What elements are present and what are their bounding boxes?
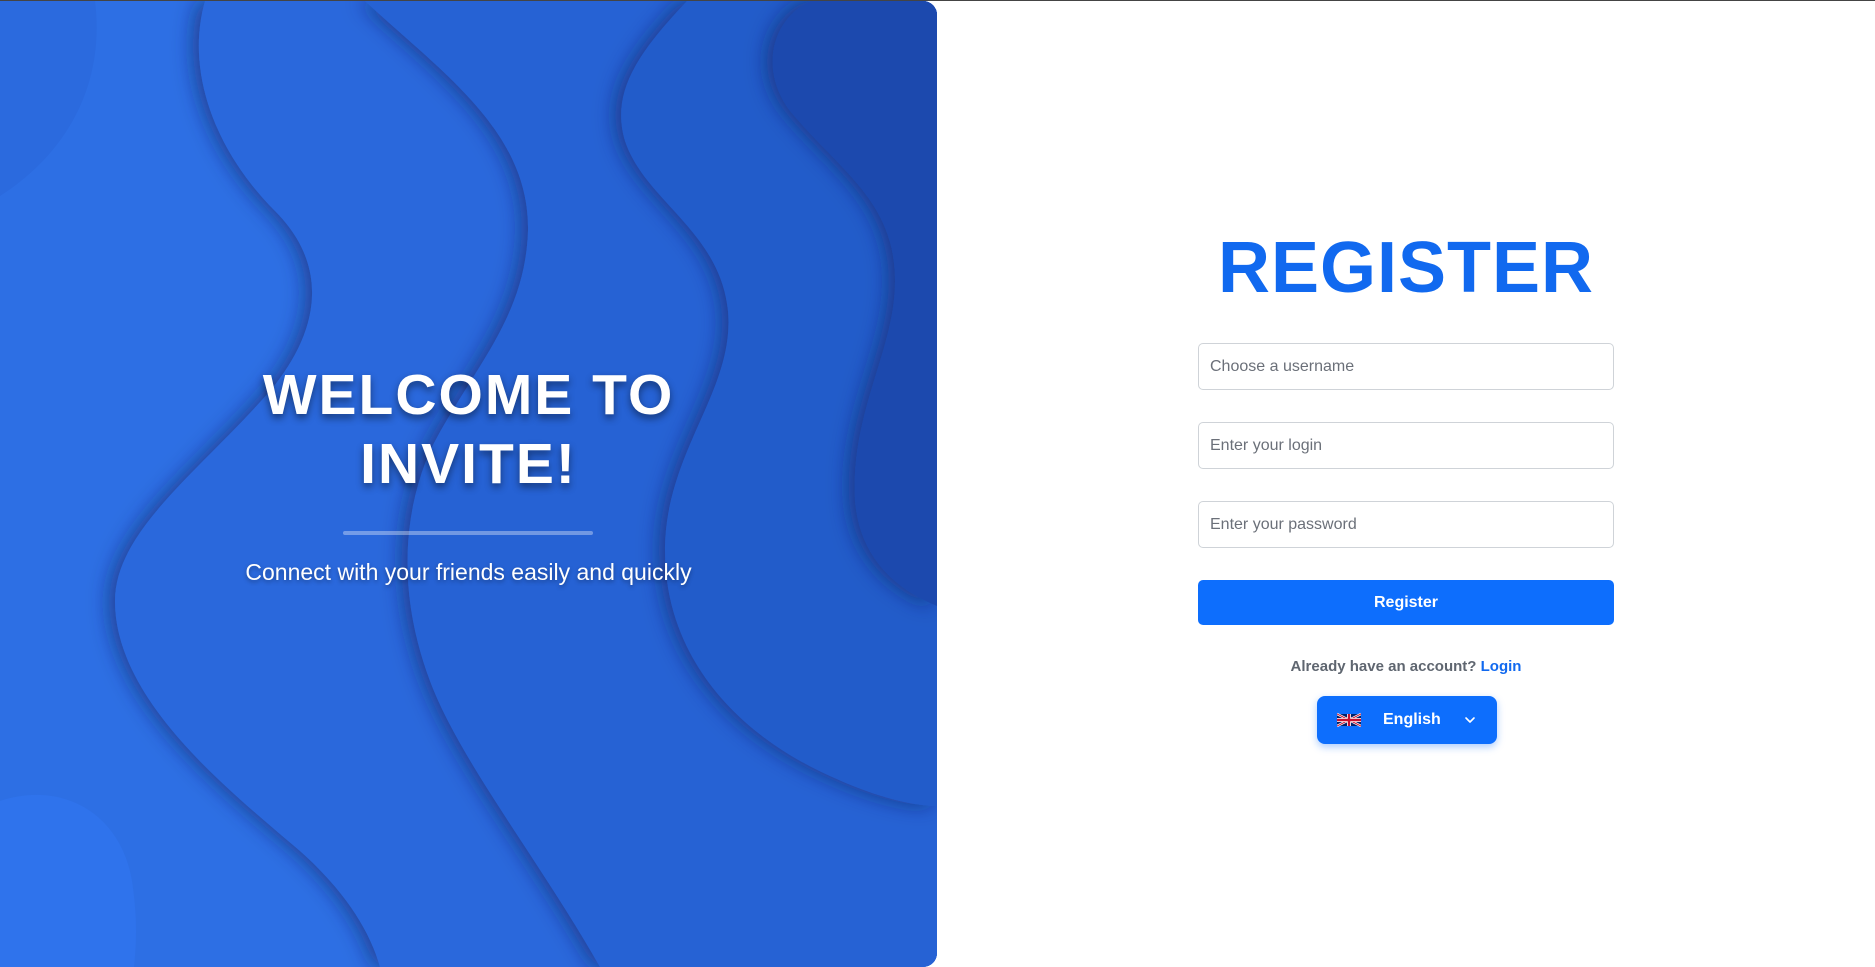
chevron-down-icon [1465, 717, 1475, 723]
hero-title-line1: WELCOME TO [262, 363, 675, 427]
register-page: WELCOME TO INVITE! Connect with your fri… [0, 0, 1875, 967]
uk-flag-icon [1337, 712, 1361, 728]
password-input[interactable] [1198, 501, 1614, 548]
register-button[interactable]: Register [1198, 580, 1614, 625]
account-prompt-line: Already have an account? Login [937, 658, 1875, 675]
account-prompt-text: Already have an account? [1290, 658, 1477, 675]
language-label: English [1383, 711, 1441, 728]
hero-divider [343, 531, 593, 535]
hero-title: WELCOME TO INVITE! [0, 361, 937, 499]
login-link[interactable]: Login [1481, 658, 1522, 675]
hero-subtitle: Connect with your friends easily and qui… [245, 559, 692, 585]
register-form-panel: REGISTER Register Already have an accoun… [937, 1, 1875, 967]
username-input[interactable] [1198, 343, 1614, 390]
hero-title-line2: INVITE! [360, 432, 577, 496]
login-input[interactable] [1198, 422, 1614, 469]
form-title: REGISTER [1217, 228, 1595, 308]
hero-content: WELCOME TO INVITE! Connect with your fri… [0, 1, 937, 967]
hero-panel: WELCOME TO INVITE! Connect with your fri… [0, 1, 937, 967]
language-selector[interactable]: English [1317, 696, 1497, 744]
